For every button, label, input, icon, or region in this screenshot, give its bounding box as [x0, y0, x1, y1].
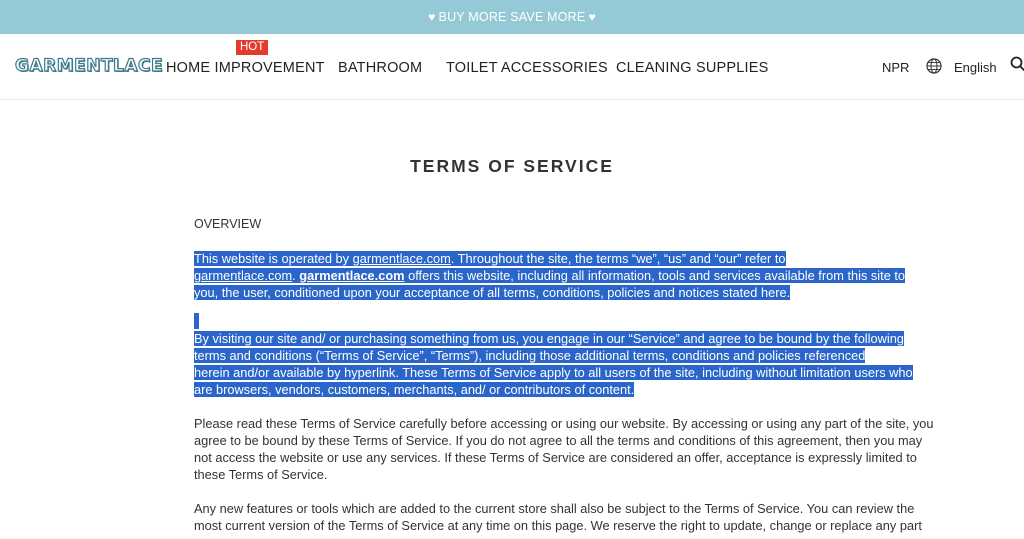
currency-selector[interactable]: NPR — [882, 60, 909, 75]
announcement-bar: ♥ BUY MORE SAVE MORE ♥ — [0, 0, 1024, 34]
paragraph-4: Any new features or tools which are adde… — [194, 501, 922, 533]
site-header: GARMENTLACE HOME IMPROVEMENT HOT BATHROO… — [0, 34, 1024, 100]
heart-icon: ♥ — [428, 10, 436, 24]
paragraph-3: Please read these Terms of Service caref… — [194, 416, 934, 482]
language-selector[interactable]: English — [954, 60, 997, 75]
selection-caret — [194, 313, 199, 329]
logo[interactable]: GARMENTLACE — [14, 55, 163, 76]
heart-icon: ♥ — [588, 10, 596, 24]
section-heading: OVERVIEW — [194, 217, 262, 231]
hot-badge: HOT — [236, 40, 269, 55]
page-title: TERMS OF SERVICE — [410, 156, 614, 176]
nav-home-improvement[interactable]: HOME IMPROVEMENT — [166, 60, 325, 76]
paragraph-1: This website is operated by garmentlace.… — [194, 251, 906, 300]
nav-cleaning-supplies[interactable]: CLEANING SUPPLIES — [616, 60, 768, 76]
site-link[interactable]: garmentlace.com — [194, 268, 292, 283]
search-icon[interactable] — [1010, 56, 1024, 72]
nav-bathroom[interactable]: BATHROOM — [338, 60, 422, 76]
site-link-bold[interactable]: garmentlace.com — [299, 268, 404, 283]
site-link[interactable]: garmentlace.com — [353, 251, 451, 266]
globe-icon[interactable] — [926, 58, 942, 74]
paragraph-2: By visiting our site and/ or purchasing … — [194, 331, 913, 397]
nav-toilet-accessories[interactable]: TOILET ACCESSORIES — [446, 60, 608, 76]
announcement-text: BUY MORE SAVE MORE — [438, 10, 586, 24]
